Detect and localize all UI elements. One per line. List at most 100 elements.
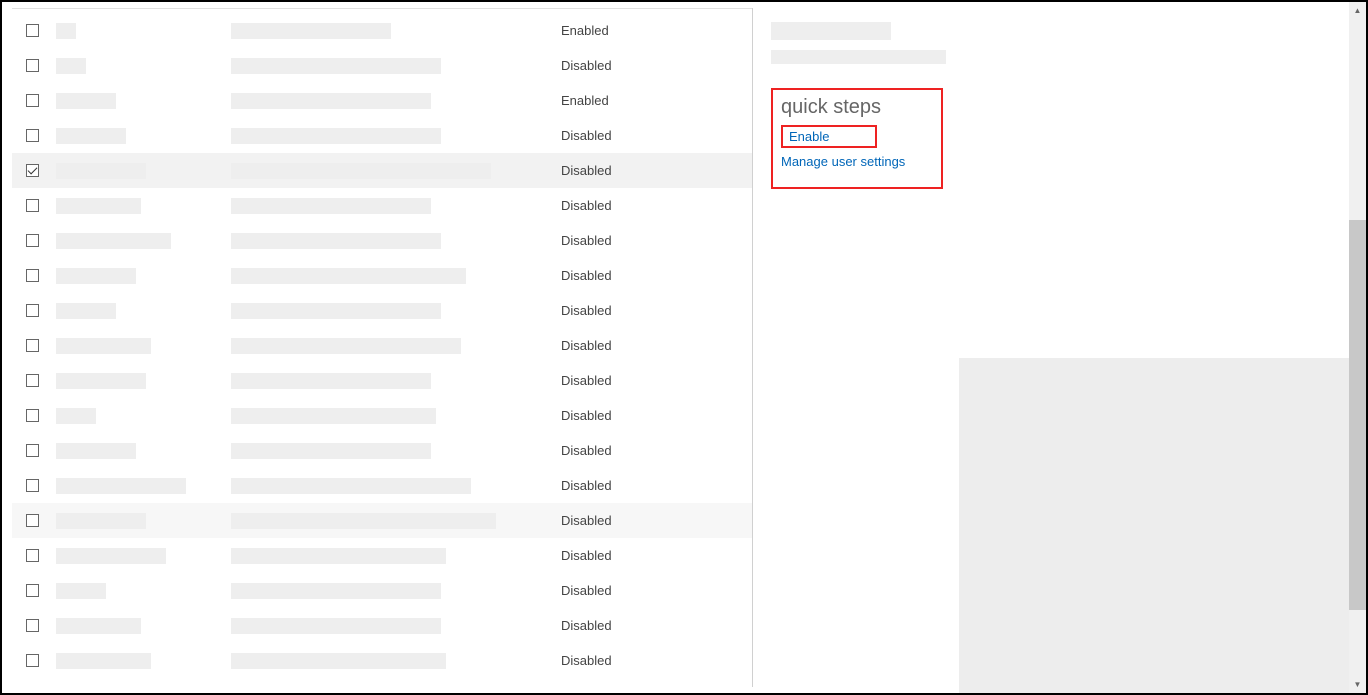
table-row[interactable]: Disabled bbox=[12, 188, 752, 223]
upn-cell bbox=[231, 443, 561, 459]
table-row[interactable]: Enabled bbox=[12, 13, 752, 48]
row-checkbox[interactable] bbox=[26, 59, 39, 72]
quick-steps-highlight-box: quick steps Enable Manage user settings bbox=[771, 88, 943, 189]
name-cell bbox=[56, 303, 231, 319]
name-redacted bbox=[56, 268, 136, 284]
table-row[interactable]: Disabled bbox=[12, 328, 752, 363]
row-checkbox[interactable] bbox=[26, 479, 39, 492]
name-redacted bbox=[56, 338, 151, 354]
upn-redacted bbox=[231, 338, 461, 354]
scroll-down-arrow[interactable]: ▼ bbox=[1349, 676, 1366, 693]
table-row[interactable]: Disabled bbox=[12, 503, 752, 538]
upn-redacted bbox=[231, 58, 441, 74]
checkbox-cell bbox=[16, 549, 56, 562]
checkbox-cell bbox=[16, 304, 56, 317]
row-checkbox[interactable] bbox=[26, 514, 39, 527]
table-row[interactable]: Disabled bbox=[12, 48, 752, 83]
upn-redacted bbox=[231, 303, 441, 319]
upn-cell bbox=[231, 513, 561, 529]
scrollbar-thumb[interactable] bbox=[1349, 220, 1366, 610]
upn-cell bbox=[231, 268, 561, 284]
table-row[interactable]: Disabled bbox=[12, 398, 752, 433]
row-checkbox[interactable] bbox=[26, 304, 39, 317]
status-cell: Disabled bbox=[561, 303, 711, 318]
row-checkbox[interactable] bbox=[26, 584, 39, 597]
status-cell: Disabled bbox=[561, 373, 711, 388]
upn-redacted bbox=[231, 23, 391, 39]
table-row[interactable]: Disabled bbox=[12, 363, 752, 398]
row-checkbox[interactable] bbox=[26, 129, 39, 142]
table-row[interactable]: Disabled bbox=[12, 153, 752, 188]
upn-cell bbox=[231, 373, 561, 389]
table-row[interactable]: Disabled bbox=[12, 608, 752, 643]
status-cell: Disabled bbox=[561, 233, 711, 248]
row-checkbox[interactable] bbox=[26, 269, 39, 282]
upn-redacted bbox=[231, 198, 431, 214]
table-row[interactable]: Enabled bbox=[12, 83, 752, 118]
user-list-table: EnabledDisabledEnabledDisabledDisabledDi… bbox=[12, 8, 752, 693]
row-checkbox[interactable] bbox=[26, 164, 39, 177]
row-checkbox[interactable] bbox=[26, 654, 39, 667]
status-cell: Disabled bbox=[561, 268, 711, 283]
name-cell bbox=[56, 233, 231, 249]
table-row[interactable]: Disabled bbox=[12, 258, 752, 293]
name-cell bbox=[56, 58, 231, 74]
upn-cell bbox=[231, 583, 561, 599]
table-row[interactable]: Disabled bbox=[12, 573, 752, 608]
status-cell: Disabled bbox=[561, 618, 711, 633]
name-cell bbox=[56, 548, 231, 564]
status-cell: Disabled bbox=[561, 128, 711, 143]
manage-user-settings-link[interactable]: Manage user settings bbox=[781, 154, 905, 169]
checkbox-cell bbox=[16, 59, 56, 72]
table-row[interactable]: Disabled bbox=[12, 538, 752, 573]
row-checkbox[interactable] bbox=[26, 549, 39, 562]
row-checkbox[interactable] bbox=[26, 199, 39, 212]
row-checkbox[interactable] bbox=[26, 24, 39, 37]
checkbox-cell bbox=[16, 584, 56, 597]
checkbox-cell bbox=[16, 339, 56, 352]
name-redacted bbox=[56, 583, 106, 599]
upn-redacted bbox=[231, 478, 471, 494]
name-redacted bbox=[56, 233, 171, 249]
status-cell: Disabled bbox=[561, 443, 711, 458]
name-cell bbox=[56, 478, 231, 494]
scroll-up-arrow[interactable]: ▲ bbox=[1349, 2, 1366, 19]
upn-redacted bbox=[231, 233, 441, 249]
table-row[interactable]: Disabled bbox=[12, 223, 752, 258]
row-checkbox[interactable] bbox=[26, 409, 39, 422]
checkbox-cell bbox=[16, 619, 56, 632]
upn-cell bbox=[231, 548, 561, 564]
name-cell bbox=[56, 618, 231, 634]
upn-cell bbox=[231, 198, 561, 214]
upn-cell bbox=[231, 163, 561, 179]
name-cell bbox=[56, 653, 231, 669]
row-checkbox[interactable] bbox=[26, 94, 39, 107]
upn-redacted bbox=[231, 513, 496, 529]
name-redacted bbox=[56, 408, 96, 424]
upn-redacted bbox=[231, 583, 441, 599]
checkbox-cell bbox=[16, 164, 56, 177]
upn-cell bbox=[231, 128, 561, 144]
row-checkbox[interactable] bbox=[26, 374, 39, 387]
vertical-scrollbar[interactable]: ▲ ▼ bbox=[1349, 2, 1366, 693]
row-checkbox[interactable] bbox=[26, 234, 39, 247]
name-redacted bbox=[56, 548, 166, 564]
name-cell bbox=[56, 198, 231, 214]
table-row[interactable]: Disabled bbox=[12, 293, 752, 328]
row-checkbox[interactable] bbox=[26, 339, 39, 352]
table-row[interactable]: Disabled bbox=[12, 118, 752, 153]
row-checkbox[interactable] bbox=[26, 444, 39, 457]
checkbox-cell bbox=[16, 444, 56, 457]
table-row[interactable]: Disabled bbox=[12, 643, 752, 678]
status-cell: Disabled bbox=[561, 338, 711, 353]
status-cell: Enabled bbox=[561, 23, 711, 38]
status-cell: Disabled bbox=[561, 653, 711, 668]
name-cell bbox=[56, 513, 231, 529]
table-row[interactable]: Disabled bbox=[12, 468, 752, 503]
table-row[interactable]: Disabled bbox=[12, 433, 752, 468]
upn-redacted bbox=[231, 373, 431, 389]
name-redacted bbox=[56, 128, 126, 144]
bottom-right-placeholder bbox=[959, 358, 1349, 693]
enable-link[interactable]: Enable bbox=[789, 129, 829, 144]
row-checkbox[interactable] bbox=[26, 619, 39, 632]
